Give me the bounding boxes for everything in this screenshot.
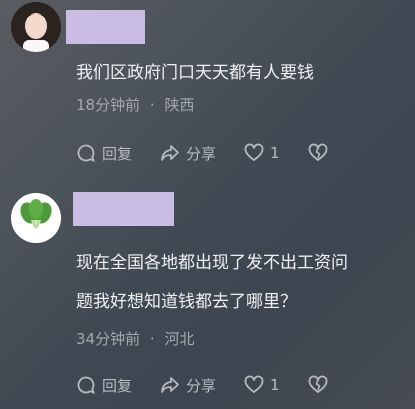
comment-text: 题我好想知道钱都去了哪里？	[76, 292, 297, 312]
dislike-button[interactable]	[308, 143, 334, 163]
share-icon	[161, 145, 179, 161]
comment-item: 我们区政府门口天天都有人要钱 18分钟前 · 陕西 回复 分享 1	[0, 0, 415, 180]
avatar[interactable]	[11, 193, 61, 243]
share-button[interactable]: 分享	[160, 375, 216, 396]
comment-meta: 18分钟前 · 陕西	[76, 94, 194, 115]
reply-icon	[77, 376, 95, 395]
comment-item: 现在全国各地都出现了发不出工资问 题我好想知道钱都去了哪里？ 34分钟前 · 河…	[0, 180, 415, 409]
comment-actions: 回复 分享 1	[76, 141, 334, 165]
meta-separator: ·	[149, 330, 155, 348]
heart-icon	[244, 143, 264, 161]
comment-text: 我们区政府门口天天都有人要钱	[76, 63, 314, 83]
comment-location: 陕西	[164, 96, 195, 114]
comment-time: 18分钟前	[76, 96, 141, 114]
username-redacted[interactable]	[73, 192, 174, 226]
like-button[interactable]: 1	[244, 143, 280, 163]
reply-button[interactable]: 回复	[76, 143, 132, 164]
like-button[interactable]: 1	[244, 375, 280, 395]
broken-heart-icon	[308, 143, 327, 161]
share-label: 分享	[186, 376, 217, 395]
comment-actions: 回复 分享 1	[76, 373, 334, 397]
comment-meta: 34分钟前 · 河北	[76, 328, 194, 349]
reply-button[interactable]: 回复	[76, 375, 132, 396]
broken-heart-icon	[308, 375, 327, 393]
heart-icon	[244, 375, 264, 393]
like-count: 1	[270, 376, 280, 394]
reply-label: 回复	[102, 376, 133, 395]
meta-separator: ·	[149, 96, 155, 114]
bok-choy-icon	[11, 193, 61, 243]
comment-time: 34分钟前	[76, 330, 141, 348]
share-icon	[161, 377, 179, 393]
comment-location: 河北	[164, 330, 195, 348]
share-label: 分享	[186, 144, 217, 163]
username-redacted[interactable]	[66, 10, 145, 44]
share-button[interactable]: 分享	[160, 143, 216, 164]
comment-text: 现在全国各地都出现了发不出工资问	[76, 253, 348, 273]
reply-label: 回复	[102, 144, 133, 163]
dislike-button[interactable]	[308, 375, 334, 395]
person-photo-icon	[11, 2, 61, 52]
avatar[interactable]	[11, 2, 61, 52]
like-count: 1	[270, 144, 280, 162]
reply-icon	[77, 144, 95, 163]
